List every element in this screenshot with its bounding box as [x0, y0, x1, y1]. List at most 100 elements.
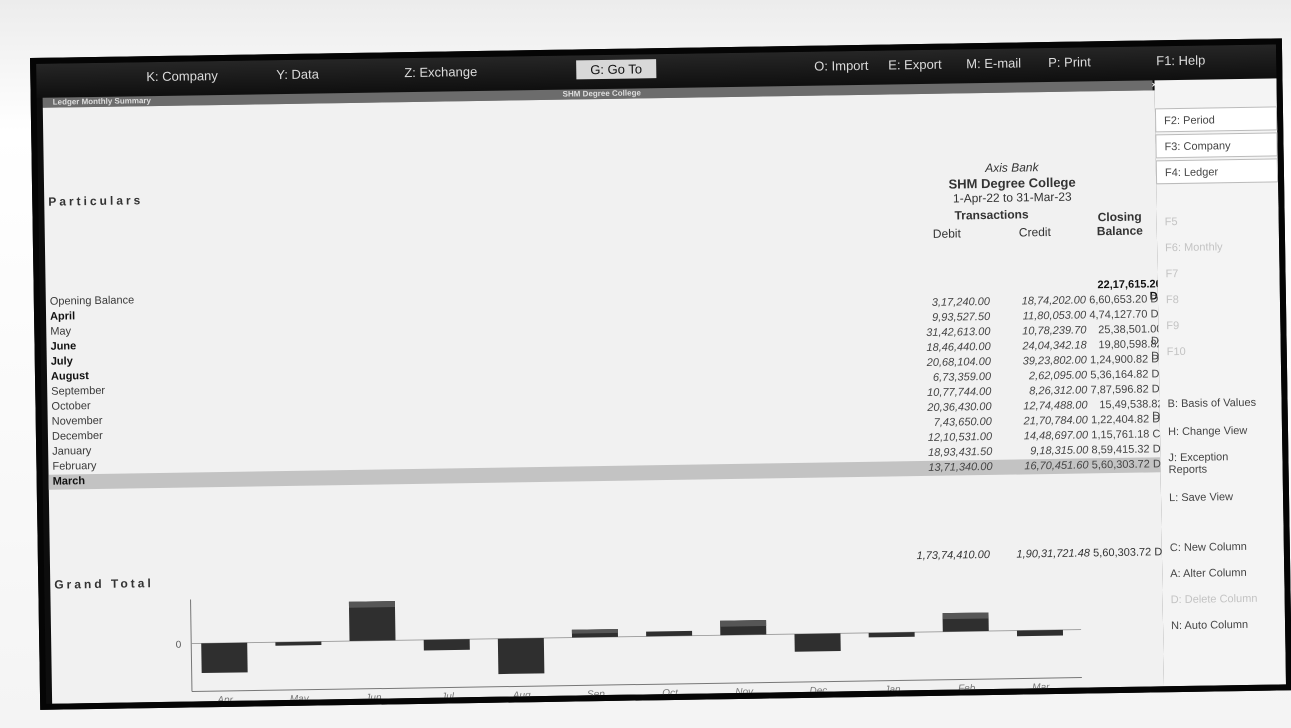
credit-cell: 21,70,784.00 [1023, 414, 1088, 428]
chart-x-tick-label: Aug [512, 690, 531, 701]
f5-button[interactable]: F5 [1157, 214, 1279, 228]
grand-total-label: Grand Total [54, 576, 154, 592]
photo-backdrop: K: Company Y: Data Z: Exchange G: Go To … [0, 0, 1291, 728]
f9-button[interactable]: F9 [1158, 318, 1280, 332]
menu-import[interactable]: O: Import [814, 58, 868, 74]
grand-total-closing: 5,60,303.72 Dr [1093, 546, 1166, 560]
chart-bar [423, 639, 470, 651]
ledger-button[interactable]: F4: Ledger [1155, 158, 1279, 185]
menu-help[interactable]: F1: Help [1156, 53, 1205, 69]
company-button[interactable]: F3: Company [1155, 132, 1278, 159]
basis-of-values-button[interactable]: B: Basis of Values [1159, 396, 1281, 410]
row-label: November [51, 414, 103, 428]
row-label: April [49, 310, 76, 323]
chart-x-tick-label: Jul [440, 691, 455, 702]
particulars-heading: Particulars [48, 193, 144, 209]
exception-reports-button[interactable]: J: Exception Reports [1160, 451, 1250, 476]
chart-x-tick-label: May [290, 694, 310, 705]
menu-exchange[interactable]: Z: Exchange [404, 64, 477, 80]
closing-cell: 5,36,164.82 Dr [1090, 368, 1164, 382]
credit-cell: 14,48,697.00 [1023, 429, 1089, 443]
transactions-header: Transactions [954, 207, 1029, 223]
menu-export[interactable]: E: Export [888, 57, 942, 73]
period-button[interactable]: F2: Period [1154, 106, 1278, 133]
menu-goto[interactable]: G: Go To [576, 59, 657, 80]
menu-data[interactable]: Y: Data [276, 66, 319, 82]
row-label: July [50, 355, 73, 368]
credit-cell: 16,70,451.60 [1024, 459, 1089, 473]
chart-bar-highlight [571, 629, 618, 634]
f10-button[interactable]: F10 [1159, 344, 1281, 358]
chart-x-tick-label: Jan [883, 684, 901, 695]
row-label: December [51, 429, 103, 443]
debit-cell: 9,93,527.50 [931, 310, 991, 324]
chart-x-tick-label: Oct [662, 688, 679, 699]
closing-cell: 6,60,653.20 Dr [1089, 293, 1163, 307]
chart-bar-highlight [348, 601, 395, 608]
change-view-button[interactable]: H: Change View [1160, 424, 1282, 438]
menu-company[interactable]: K: Company [146, 68, 218, 84]
credit-cell: 9,18,315.00 [1030, 444, 1089, 458]
chart-x-tick-label: Feb [958, 683, 976, 694]
closing-cell: 1,15,761.18 Cr [1091, 428, 1165, 442]
row-label: January [52, 445, 92, 458]
closing-cell: 1,22,404.82 Dr [1090, 413, 1164, 427]
debit-cell: 18,46,440.00 [926, 340, 991, 354]
chart-x-tick-label: Nov [735, 687, 754, 698]
chart-x-tick-label: Mar [1032, 682, 1050, 693]
closing-header: Closing [1097, 209, 1142, 225]
chart-x-axis [191, 677, 1082, 693]
menu-email[interactable]: M: E-mail [966, 55, 1021, 71]
chart-bar [201, 642, 248, 674]
balance-header: Balance [1096, 223, 1143, 239]
debit-cell: 20,68,104.00 [926, 355, 991, 369]
chart-x-tick-label: Sep [587, 689, 605, 700]
chart-zero-label: 0 [176, 640, 182, 651]
debit-cell: 10,77,744.00 [927, 385, 992, 399]
chart-bar [275, 641, 322, 646]
credit-cell: 2,62,095.00 [1028, 369, 1088, 383]
debit-cell: 20,36,430.00 [927, 400, 992, 414]
f8-button[interactable]: F8 [1158, 292, 1280, 306]
delete-column-button[interactable]: D: Delete Column [1163, 592, 1285, 606]
debit-cell: 13,71,340.00 [928, 460, 993, 474]
credit-cell: 11,80,053.00 [1022, 309, 1087, 323]
chart-bar [868, 632, 915, 638]
report-period: 1-Apr-22 to 31-Mar-23 [952, 189, 1072, 206]
chart-y-axis [190, 599, 193, 692]
chart-bar-highlight [942, 612, 989, 620]
monitor-screen: K: Company Y: Data Z: Exchange G: Go To … [30, 38, 1291, 710]
row-label: September [51, 384, 106, 398]
alter-column-button[interactable]: A: Alter Column [1162, 566, 1284, 580]
closing-cell: 4,74,127.70 Dr [1089, 308, 1163, 322]
row-label: October [51, 400, 91, 413]
chart-bar [497, 638, 545, 675]
auto-column-button[interactable]: N: Auto Column [1163, 618, 1285, 632]
save-view-button[interactable]: L: Save View [1161, 490, 1283, 504]
debit-cell: 18,93,431.50 [927, 445, 993, 459]
new-column-button[interactable]: C: New Column [1162, 540, 1284, 554]
credit-cell: 18,74,202.00 [1021, 294, 1087, 308]
closing-cell: 8,59,415.32 Dr [1091, 443, 1165, 457]
credit-header: Credit [1018, 224, 1051, 240]
row-label: August [50, 370, 89, 383]
credit-cell: 39,23,802.00 [1022, 354, 1087, 368]
row-label: March [52, 475, 86, 488]
monthly-button[interactable]: F6: Monthly [1157, 240, 1279, 254]
chart-bar [794, 633, 841, 652]
credit-cell: 12,74,488.00 [1023, 399, 1088, 413]
debit-cell: 31,42,613.00 [926, 325, 991, 339]
row-label: February [52, 460, 97, 473]
credit-cell: 8,26,312.00 [1029, 384, 1088, 398]
row-label: May [50, 325, 72, 338]
closing-cell: 7,87,596.82 Dr [1090, 383, 1164, 397]
chart-bar [646, 630, 693, 637]
grand-total-credit: 1,90,31,721.48 [1016, 547, 1091, 561]
menu-print[interactable]: P: Print [1048, 54, 1091, 70]
debit-cell: 6,73,359.00 [932, 370, 992, 384]
chart-x-tick-label: Apr [216, 695, 233, 706]
closing-cell: 5,60,303.72 Dr [1091, 458, 1165, 472]
chart-x-tick-label: Jun [364, 693, 382, 704]
f7-button[interactable]: F7 [1157, 266, 1279, 280]
credit-cell: 24,04,342.18 [1022, 339, 1087, 353]
